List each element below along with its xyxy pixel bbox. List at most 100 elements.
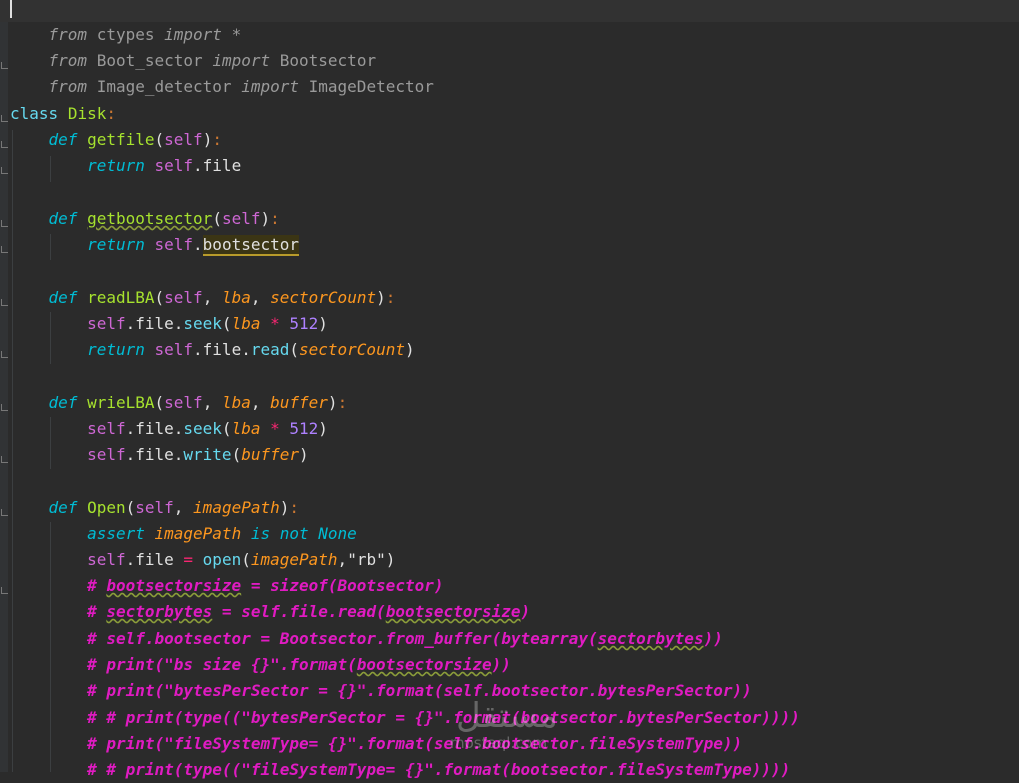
comment-hash: # xyxy=(87,576,107,595)
fold-marker-icon[interactable] xyxy=(1,351,8,358)
code-line-comment[interactable]: # print("fileSystemType= {}".format(self… xyxy=(10,731,742,757)
separator: , xyxy=(173,498,194,517)
code-line-2[interactable]: from Boot_sector import Bootsector xyxy=(10,22,377,70)
param: lba xyxy=(231,314,261,333)
code-line-seek[interactable]: self.file.seek(lba * 512) xyxy=(10,311,328,337)
code-line-3[interactable]: from Image_detector import ImageDetector xyxy=(10,48,434,96)
code-line-comment[interactable]: # sectorbytes = self.file.read(bootsecto… xyxy=(10,599,530,625)
method-call: seek xyxy=(183,314,222,333)
fold-marker-icon[interactable] xyxy=(1,509,8,516)
separator: , xyxy=(202,288,222,307)
code-line-def-wrielba[interactable]: def wrieLBA(self, lba, buffer): xyxy=(10,390,348,416)
function-name: wrieLBA xyxy=(87,393,155,412)
function-name: Open xyxy=(87,498,126,517)
code-line-class[interactable]: class Disk: xyxy=(10,101,116,127)
code-line-return-read[interactable]: return self.file.read(sectorCount) xyxy=(10,337,415,363)
attribute: .file. xyxy=(125,445,184,464)
keyword-return: return xyxy=(87,340,145,359)
operator: * xyxy=(260,419,290,438)
code-line-seek[interactable]: self.file.seek(lba * 512) xyxy=(10,416,328,442)
fold-marker-icon[interactable] xyxy=(1,141,8,148)
paren: ) xyxy=(318,314,328,333)
colon: : xyxy=(106,104,116,123)
code-line-comment[interactable]: # bootsectorsize = sizeof(Bootsector) xyxy=(10,573,443,599)
fold-marker-icon[interactable] xyxy=(1,167,8,174)
code-line-comment[interactable]: # # print(type(("bytesPerSector = {}".fo… xyxy=(10,705,800,731)
code-line-write[interactable]: self.file.write(buffer) xyxy=(10,442,309,468)
comment-text: # self.bootsector = Bootsector.from_buff… xyxy=(87,629,598,648)
paren: ( xyxy=(212,209,222,228)
keyword-def: def xyxy=(48,288,78,307)
keyword-return: return xyxy=(87,156,145,175)
paren: ) xyxy=(299,445,309,464)
method-call: seek xyxy=(183,419,222,438)
code-line-comment[interactable]: # self.bootsector = Bootsector.from_buff… xyxy=(10,626,723,652)
fold-marker-icon[interactable] xyxy=(1,299,8,306)
string-literal: "rb" xyxy=(347,550,386,569)
comment-text: = self.file.read( xyxy=(212,602,386,621)
paren: ) xyxy=(327,393,338,412)
fold-marker-icon[interactable] xyxy=(1,587,8,594)
paren: ( xyxy=(154,393,165,412)
paren: ) xyxy=(376,288,386,307)
keyword-def: def xyxy=(48,130,78,149)
param: sectorCount xyxy=(270,288,377,307)
text-caret xyxy=(10,0,12,18)
comment-text: # # print(type(("bytesPerSector = {}".fo… xyxy=(87,708,800,727)
comment-text: # print("bs size {}".format( xyxy=(87,655,357,674)
code-line-def-readlba[interactable]: def readLBA(self, lba, sectorCount): xyxy=(10,285,396,311)
fold-marker-icon[interactable] xyxy=(1,246,8,253)
code-line-1[interactable]: from ctypes import * xyxy=(0,0,1019,44)
function-name: getfile xyxy=(87,130,155,149)
param: lba xyxy=(221,288,251,307)
param: buffer xyxy=(241,445,299,464)
class-name: Disk xyxy=(67,104,107,123)
operator: * xyxy=(260,314,290,333)
paren: ( xyxy=(154,288,165,307)
comment-text: ) xyxy=(520,602,531,621)
self-ref: self xyxy=(154,340,194,359)
fold-marker-icon[interactable] xyxy=(1,220,8,227)
keyword-def: def xyxy=(48,498,78,517)
code-line-return-file[interactable]: return self.file xyxy=(10,153,241,179)
builtin-call: open xyxy=(202,550,242,569)
fold-marker-icon[interactable] xyxy=(1,456,8,463)
self-param: self xyxy=(164,130,203,149)
self-param: self xyxy=(135,498,174,517)
fold-marker-icon[interactable] xyxy=(1,62,8,69)
code-line-return-bootsector[interactable]: return self.bootsector xyxy=(10,232,299,258)
code-editor[interactable]: from ctypes import * from Boot_sector im… xyxy=(0,0,1019,779)
number: 512 xyxy=(289,314,319,333)
colon: : xyxy=(289,498,300,517)
self-ref: self xyxy=(87,445,126,464)
keyword-import: import xyxy=(241,77,299,96)
param: lba xyxy=(221,393,251,412)
fold-marker-icon[interactable] xyxy=(1,404,8,411)
code-line-def-getbootsector[interactable]: def getbootsector(self): xyxy=(10,206,280,232)
attribute: .file. xyxy=(125,419,184,438)
self-param: self xyxy=(221,209,261,228)
code-line-def-open[interactable]: def Open(self, imagePath): xyxy=(10,495,300,521)
paren: ) xyxy=(404,340,415,359)
fold-marker-icon[interactable] xyxy=(1,115,8,122)
code-line-comment[interactable]: # print("bytesPerSector = {}".format(sel… xyxy=(10,678,752,704)
code-line-assert[interactable]: assert imagePath is not None xyxy=(10,521,357,547)
paren: ( xyxy=(241,550,251,569)
code-line-comment[interactable]: # # print(type(("fileSystemType= {}".for… xyxy=(10,757,790,783)
comment-word: bootsectorsize xyxy=(385,602,521,621)
paren: ( xyxy=(221,419,232,438)
keyword-return: return xyxy=(87,235,145,254)
self-ref: self xyxy=(154,156,194,175)
attribute: .file xyxy=(193,156,242,175)
code-line-open-file[interactable]: self.file = open(imagePath,"rb") xyxy=(10,547,395,573)
comment-word: bootsectorsize xyxy=(356,655,492,674)
paren: ( xyxy=(231,445,242,464)
code-line-def-getfile[interactable]: def getfile(self): xyxy=(10,127,222,153)
comment-text: # print("fileSystemType= {}".format(self… xyxy=(87,734,743,753)
param: imagePath xyxy=(154,524,242,543)
comment-word: sectorbytes xyxy=(106,602,213,621)
keyword-is-not: is not xyxy=(250,524,309,543)
paren: ( xyxy=(125,498,136,517)
code-line-comment[interactable]: # print("bs size {}".format(bootsectorsi… xyxy=(10,652,511,678)
